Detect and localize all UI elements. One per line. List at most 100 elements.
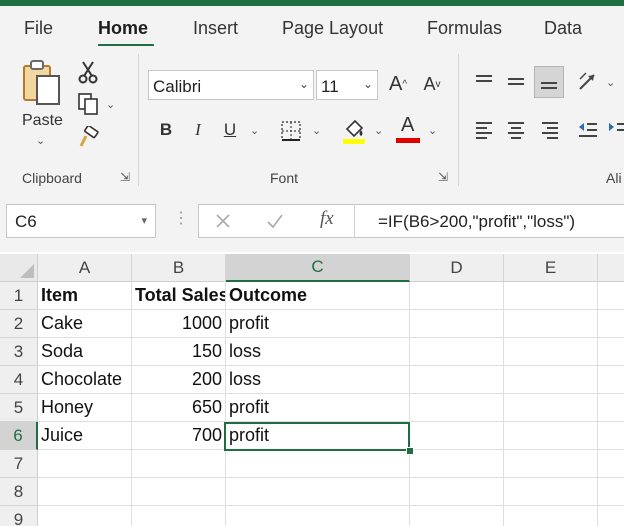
tab-page-layout[interactable]: Page Layout <box>282 18 383 39</box>
cell-f3[interactable] <box>598 338 624 366</box>
column-header-b[interactable]: B <box>132 254 226 282</box>
cell-d4[interactable] <box>410 366 504 394</box>
cell-b8[interactable] <box>132 478 226 506</box>
cell-f5[interactable] <box>598 394 624 422</box>
fill-handle[interactable] <box>406 447 414 455</box>
cell-b5[interactable]: 650 <box>132 394 226 422</box>
row-header-4[interactable]: 4 <box>0 366 38 394</box>
column-header-c[interactable]: C <box>226 254 410 282</box>
increase-font-size-icon[interactable]: A ^ <box>384 70 412 98</box>
borders-dropdown-icon[interactable]: ⌄ <box>312 124 321 137</box>
cell-e2[interactable] <box>504 310 598 338</box>
cell-d3[interactable] <box>410 338 504 366</box>
cell-f9[interactable] <box>598 506 624 526</box>
cell-f2[interactable] <box>598 310 624 338</box>
paste-button[interactable]: Paste <box>22 112 63 130</box>
cell-a9[interactable] <box>38 506 132 526</box>
cell-a6[interactable]: Juice <box>38 422 132 450</box>
cell-d5[interactable] <box>410 394 504 422</box>
borders-icon[interactable] <box>278 118 304 144</box>
tab-data[interactable]: Data <box>544 18 582 39</box>
font-color-button[interactable]: A <box>396 114 422 146</box>
cell-f7[interactable] <box>598 450 624 478</box>
row-header-7[interactable]: 7 <box>0 450 38 478</box>
font-launcher-icon[interactable]: ⇲ <box>438 170 448 184</box>
copy-dropdown-icon[interactable]: ⌄ <box>106 98 115 111</box>
tab-home[interactable]: Home <box>98 18 148 39</box>
cell-c8[interactable] <box>226 478 410 506</box>
cell-d8[interactable] <box>410 478 504 506</box>
cell-a1[interactable]: Item <box>38 282 132 310</box>
cell-c9[interactable] <box>226 506 410 526</box>
row-header-8[interactable]: 8 <box>0 478 38 506</box>
tab-insert[interactable]: Insert <box>193 18 238 39</box>
cell-e6[interactable] <box>504 422 598 450</box>
column-header-f[interactable] <box>598 254 624 282</box>
worksheet-grid[interactable]: A B C D E 1 2 3 4 5 6 7 8 9 Item Total S… <box>0 254 624 526</box>
cell-b1[interactable]: Total Sales <box>132 282 226 310</box>
insert-function-button[interactable]: fx <box>320 208 334 230</box>
cell-f1[interactable] <box>598 282 624 310</box>
cell-b4[interactable]: 200 <box>132 366 226 394</box>
cell-a2[interactable]: Cake <box>38 310 132 338</box>
row-header-1[interactable]: 1 <box>0 282 38 310</box>
align-middle-icon[interactable] <box>504 70 528 94</box>
cell-d9[interactable] <box>410 506 504 526</box>
row-header-3[interactable]: 3 <box>0 338 38 366</box>
cut-icon[interactable] <box>76 60 100 84</box>
tab-formulas[interactable]: Formulas <box>427 18 502 39</box>
copy-icon[interactable] <box>76 92 100 116</box>
font-color-dropdown-icon[interactable]: ⌄ <box>428 124 437 137</box>
font-name-select[interactable]: Calibri ⌄ <box>148 70 314 100</box>
orientation-dropdown-icon[interactable]: ⌄ <box>606 76 615 89</box>
clipboard-launcher-icon[interactable]: ⇲ <box>120 170 130 184</box>
align-bottom-icon[interactable] <box>534 66 564 98</box>
cell-e4[interactable] <box>504 366 598 394</box>
increase-indent-icon[interactable] <box>606 116 624 144</box>
cell-c7[interactable] <box>226 450 410 478</box>
cell-a4[interactable]: Chocolate <box>38 366 132 394</box>
fill-color-icon[interactable] <box>340 116 368 146</box>
italic-button[interactable]: I <box>186 116 210 144</box>
decrease-font-size-icon[interactable]: Av <box>418 70 446 98</box>
tab-file[interactable]: File <box>24 18 53 39</box>
decrease-indent-icon[interactable] <box>576 116 600 144</box>
cell-d1[interactable] <box>410 282 504 310</box>
cell-b6[interactable]: 700 <box>132 422 226 450</box>
cell-c2[interactable]: profit <box>226 310 410 338</box>
cell-a7[interactable] <box>38 450 132 478</box>
paste-icon[interactable] <box>20 58 64 108</box>
cell-a3[interactable]: Soda <box>38 338 132 366</box>
column-header-a[interactable]: A <box>38 254 132 282</box>
cell-c1[interactable]: Outcome <box>226 282 410 310</box>
format-painter-icon[interactable] <box>76 126 100 150</box>
row-header-9[interactable]: 9 <box>0 506 38 526</box>
cell-f4[interactable] <box>598 366 624 394</box>
cell-f8[interactable] <box>598 478 624 506</box>
align-center-icon[interactable] <box>504 116 528 144</box>
cancel-icon[interactable] <box>210 208 236 234</box>
cell-d7[interactable] <box>410 450 504 478</box>
cell-e5[interactable] <box>504 394 598 422</box>
bold-button[interactable]: B <box>154 116 178 144</box>
align-right-icon[interactable] <box>538 116 562 144</box>
cell-c4[interactable]: loss <box>226 366 410 394</box>
cell-b9[interactable] <box>132 506 226 526</box>
column-header-e[interactable]: E <box>504 254 598 282</box>
cell-c5[interactable]: profit <box>226 394 410 422</box>
cell-b7[interactable] <box>132 450 226 478</box>
underline-button[interactable]: U <box>218 116 242 144</box>
cell-e7[interactable] <box>504 450 598 478</box>
enter-icon[interactable] <box>262 208 288 234</box>
cell-e9[interactable] <box>504 506 598 526</box>
cell-b3[interactable]: 150 <box>132 338 226 366</box>
select-all-button[interactable] <box>0 254 38 282</box>
cell-d6[interactable] <box>410 422 504 450</box>
row-header-5[interactable]: 5 <box>0 394 38 422</box>
align-top-icon[interactable] <box>472 70 496 94</box>
row-header-2[interactable]: 2 <box>0 310 38 338</box>
more-options-icon[interactable]: ⋮ <box>173 208 189 228</box>
name-box[interactable]: C6 ▾ <box>6 204 156 238</box>
cell-a8[interactable] <box>38 478 132 506</box>
formula-input[interactable]: =IF(B6>200,"profit","loss") <box>378 212 575 232</box>
